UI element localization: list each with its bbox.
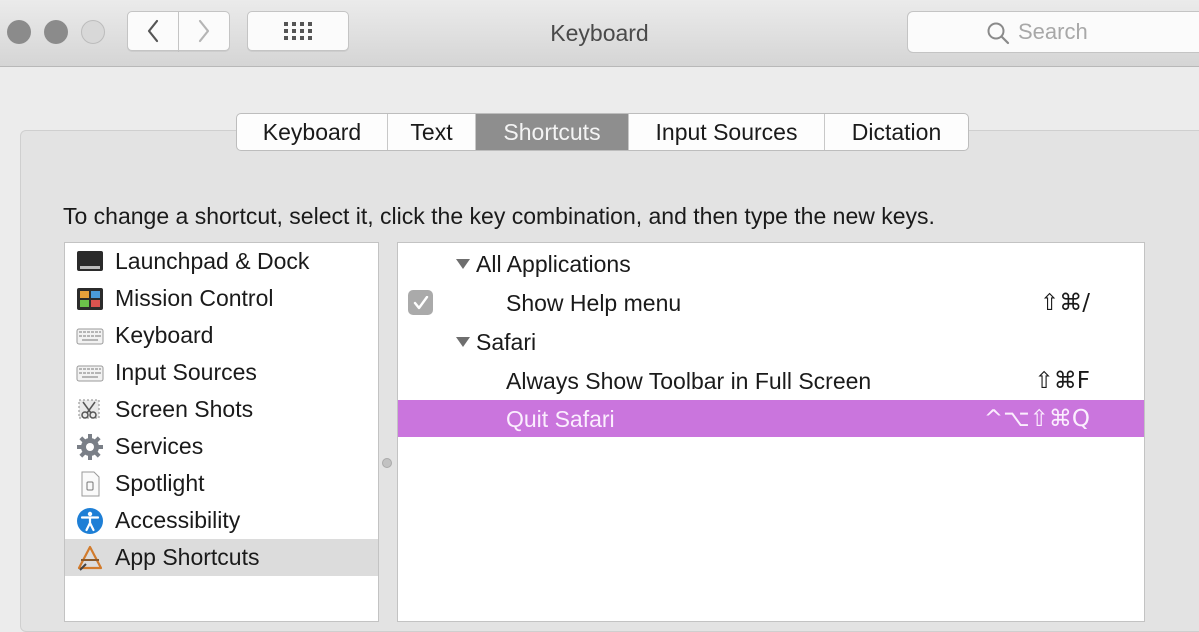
category-label: Spotlight: [115, 470, 205, 496]
category-services[interactable]: Services: [65, 428, 378, 465]
category-label: Mission Control: [115, 285, 274, 311]
disclosure-triangle-icon[interactable]: [455, 258, 471, 270]
group-row-safari[interactable]: Safari: [398, 323, 1144, 360]
tab-keyboard[interactable]: Keyboard: [237, 114, 388, 150]
category-launchpad-dock[interactable]: Launchpad & Dock: [65, 243, 378, 280]
enabled-checkbox[interactable]: [408, 290, 433, 315]
search-field[interactable]: [907, 11, 1199, 53]
category-mission-control[interactable]: Mission Control: [65, 280, 378, 317]
category-label: Launchpad & Dock: [115, 248, 310, 274]
group-row-all-applications[interactable]: All Applications: [398, 245, 1144, 282]
category-app-shortcuts[interactable]: App Shortcuts: [65, 539, 378, 576]
category-screen-shots[interactable]: Screen Shots: [65, 391, 378, 428]
accessibility-icon: [77, 508, 103, 534]
group-label: All Applications: [476, 251, 631, 277]
category-input-sources[interactable]: Input Sources: [65, 354, 378, 391]
shortcut-label: Always Show Toolbar in Full Screen: [506, 368, 872, 394]
shortcut-row-quit-safari[interactable]: Quit Safari ^⌥⇧⌘Q: [398, 400, 1144, 437]
input-sources-icon: [76, 365, 104, 382]
category-label: Screen Shots: [115, 396, 254, 422]
checkmark-icon: [413, 295, 428, 309]
category-label: Services: [115, 433, 204, 459]
screenshot-icon: [78, 399, 100, 419]
tab-dictation[interactable]: Dictation: [825, 114, 968, 150]
search-input[interactable]: [1018, 18, 1198, 46]
launchpad-dock-icon: [77, 251, 103, 271]
title-bar: Keyboard: [0, 0, 1199, 67]
disclosure-triangle-icon[interactable]: [455, 336, 471, 348]
shortcuts-outline[interactable]: All Applications Show Help menu ⇧⌘/ Safa…: [397, 242, 1145, 622]
tab-shortcuts[interactable]: Shortcuts: [476, 114, 629, 150]
category-keyboard[interactable]: Keyboard: [65, 317, 378, 354]
category-label: Accessibility: [115, 507, 241, 533]
category-accessibility[interactable]: Accessibility: [65, 502, 378, 539]
app-shortcuts-icon: [77, 545, 103, 571]
category-label: Input Sources: [115, 359, 257, 385]
category-label: Keyboard: [115, 322, 214, 348]
group-label: Safari: [476, 329, 537, 355]
shortcut-label: Show Help menu: [506, 290, 682, 316]
tab-text[interactable]: Text: [388, 114, 476, 150]
gear-icon: [77, 434, 103, 460]
shortcut-keys[interactable]: ⇧⌘F: [1034, 368, 1090, 394]
shortcut-row-show-help-menu[interactable]: Show Help menu ⇧⌘/: [398, 284, 1144, 321]
shortcut-keys[interactable]: ^⌥⇧⌘Q: [984, 406, 1090, 432]
spotlight-icon: [81, 471, 100, 497]
search-icon: [987, 22, 1010, 45]
keyboard-icon: [76, 328, 104, 345]
mission-control-icon: [77, 288, 103, 310]
split-view-divider-handle[interactable]: [382, 458, 392, 468]
shortcut-row-always-show-toolbar[interactable]: Always Show Toolbar in Full Screen ⇧⌘F: [398, 362, 1144, 399]
category-spotlight[interactable]: Spotlight: [65, 465, 378, 502]
shortcut-category-list[interactable]: Launchpad & Dock Mission Control Keyboar…: [64, 242, 379, 622]
tab-bar: Keyboard Text Shortcuts Input Sources Di…: [236, 113, 969, 151]
shortcut-label: Quit Safari: [506, 406, 615, 432]
shortcut-keys[interactable]: ⇧⌘/: [1040, 290, 1090, 316]
tab-input-sources[interactable]: Input Sources: [629, 114, 825, 150]
instructions-text: To change a shortcut, select it, click t…: [63, 203, 935, 229]
category-label: App Shortcuts: [115, 544, 260, 570]
